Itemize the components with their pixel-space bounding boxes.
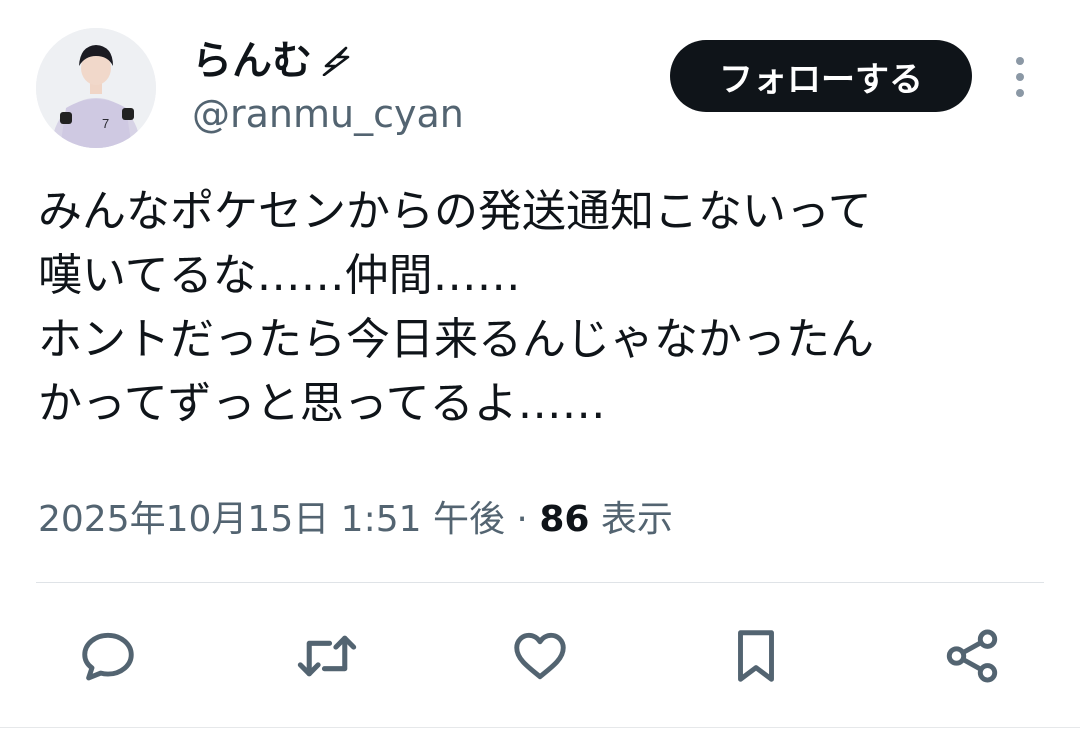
bottom-divider [0,727,1080,728]
reply-button[interactable] [68,616,148,696]
action-bar [0,616,1080,696]
tweet-line: ホントだったら今日来るんじゃなかったん [38,314,874,365]
bookmark-button[interactable] [716,616,796,696]
tweet-line: 嘆いてるな……仲間…… [38,250,521,301]
retweet-icon [297,635,357,677]
follow-button[interactable]: フォローする [670,40,972,112]
more-options-icon[interactable] [1004,52,1036,102]
meta-separator: · [516,499,528,540]
user-handle[interactable]: @ranmu_cyan [192,90,464,138]
timestamp[interactable]: 2025年10月15日 1:51 午後 [38,499,505,540]
share-button[interactable] [932,616,1012,696]
views-label: 表示 [600,499,673,540]
retweet-button[interactable] [287,616,367,696]
tweet-line: みんなポケセンからの発送通知こないって [38,186,872,237]
like-button[interactable] [500,616,580,696]
avatar-image: 7 [36,28,156,148]
avatar[interactable]: 7 [36,28,156,148]
divider [36,582,1044,583]
views-count: 86 [539,499,590,540]
lightning-emoji-icon [322,46,350,76]
display-name-text: らんむ [192,38,312,84]
bookmark-icon [738,630,774,682]
display-name[interactable]: らんむ [192,36,352,86]
svg-text:7: 7 [102,116,109,131]
like-icon [514,632,566,680]
tweet-meta: 2025年10月15日 1:51 午後 · 86 表示 [38,494,673,546]
share-icon [946,629,998,683]
tweet-line: かってずっと思ってるよ…… [38,378,606,429]
reply-icon [82,632,134,681]
tweet-text: みんなポケセンからの発送通知こないって 嘆いてるな……仲間…… ホントだったら今… [38,180,1048,436]
